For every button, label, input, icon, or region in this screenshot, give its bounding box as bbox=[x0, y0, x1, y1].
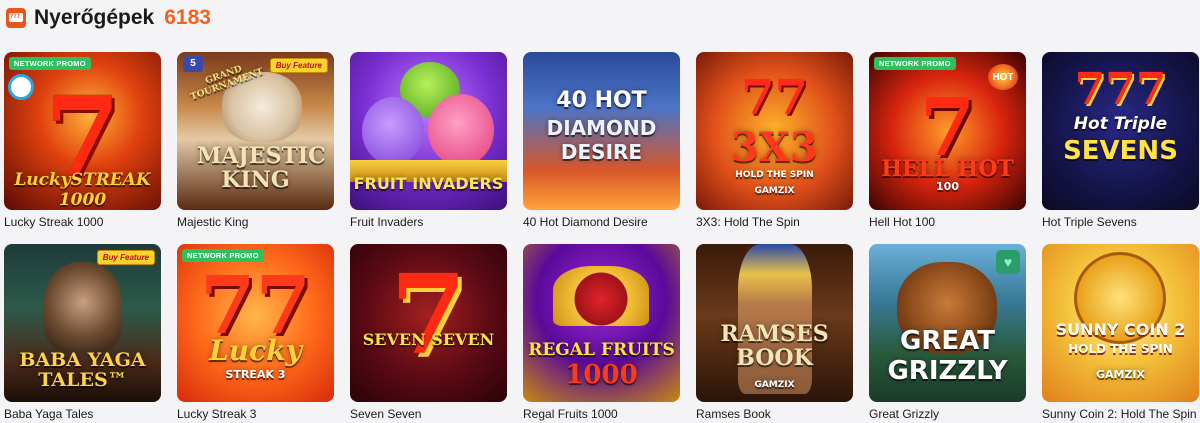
game-art-subtitle: 1000 bbox=[565, 360, 638, 390]
game-art-title: REGAL FRUITS bbox=[528, 340, 675, 360]
game-title[interactable]: Hell Hot 100 bbox=[869, 215, 1026, 229]
game-art-title: FRUIT INVADERS bbox=[353, 174, 504, 193]
game-thumbnail[interactable]: 777 Hot Triple SEVENS bbox=[1042, 52, 1199, 210]
pink-monster-artwork bbox=[428, 94, 494, 166]
game-thumbnail[interactable]: NETWORK PROMO HOT 7 HELL HOT 100 bbox=[869, 52, 1026, 210]
page-header: Nyerőgépek 6183 bbox=[6, 3, 211, 33]
game-art-title: HELL HOT bbox=[881, 156, 1014, 182]
game-title[interactable]: Seven Seven bbox=[350, 407, 507, 421]
network-promo-badge: NETWORK PROMO bbox=[874, 57, 956, 70]
game-art-title: Lucky bbox=[209, 334, 302, 367]
game-art-subtitle: HOLD THE SPIN bbox=[735, 170, 814, 180]
game-thumbnail[interactable]: Buy Feature 5 GRAND TOURNAMENT MAJESTIC … bbox=[177, 52, 334, 210]
game-title[interactable]: Sunny Coin 2: Hold The Spin bbox=[1042, 407, 1199, 421]
provider-logo-icon bbox=[8, 74, 34, 100]
seven-symbol-icon: 7 bbox=[390, 250, 467, 379]
tournament-number-icon: 5 bbox=[183, 56, 203, 72]
game-title[interactable]: 3X3: Hold The Spin bbox=[696, 215, 853, 229]
pharaoh-artwork bbox=[738, 244, 812, 394]
game-thumbnail[interactable]: Buy Feature BABA YAGA TALES™ bbox=[4, 244, 161, 402]
game-art-title: LuckySTREAK 1000 bbox=[14, 170, 151, 210]
buy-feature-badge: Buy Feature bbox=[269, 58, 328, 73]
game-card-40-hot-diamond-desire[interactable]: 40 HOT DIAMOND DESIRE 40 Hot Diamond Des… bbox=[523, 52, 680, 244]
game-thumbnail[interactable]: 40 HOT DIAMOND DESIRE bbox=[523, 52, 680, 210]
game-art-title: MAJESTIC KING bbox=[197, 143, 326, 193]
game-art-title: GREAT GRIZZLY bbox=[887, 326, 1008, 386]
game-art-subtitle: 40 HOT bbox=[556, 88, 647, 113]
network-promo-badge: NETWORK PROMO bbox=[182, 249, 264, 262]
game-card-majestic-king[interactable]: Buy Feature 5 GRAND TOURNAMENT MAJESTIC … bbox=[177, 52, 334, 244]
game-card-hot-triple-sevens[interactable]: 777 Hot Triple SEVENS Hot Triple Sevens bbox=[1042, 52, 1199, 244]
provider-brand: GAMZIX bbox=[754, 380, 795, 390]
game-thumbnail[interactable]: NETWORK PROMO 77 Lucky STREAK 3 bbox=[177, 244, 334, 402]
game-title[interactable]: Hot Triple Sevens bbox=[1042, 215, 1199, 229]
buy-feature-badge: Buy Feature bbox=[96, 250, 155, 265]
game-card-hell-hot-100[interactable]: NETWORK PROMO HOT 7 HELL HOT 100 Hell Ho… bbox=[869, 52, 1026, 244]
game-card-fruit-invaders[interactable]: FRUIT INVADERS Fruit Invaders bbox=[350, 52, 507, 244]
hot-badge: HOT bbox=[988, 64, 1018, 90]
game-art-title: RAMSES BOOK bbox=[720, 321, 829, 371]
game-title[interactable]: Lucky Streak 3 bbox=[177, 407, 334, 421]
favorite-heart-icon[interactable]: ♥ bbox=[996, 250, 1020, 274]
game-art-title: DIAMOND DESIRE bbox=[546, 116, 657, 164]
witch-artwork bbox=[44, 262, 122, 352]
game-card-lucky-streak-1000[interactable]: NETWORK PROMO 7 LuckySTREAK 1000 Lucky S… bbox=[4, 52, 161, 244]
game-card-lucky-streak-3[interactable]: NETWORK PROMO 77 Lucky STREAK 3 Lucky St… bbox=[177, 244, 334, 423]
game-card-ramses-book[interactable]: RAMSES BOOK GAMZIX Ramses Book bbox=[696, 244, 853, 423]
game-art-title: SEVENS bbox=[1063, 136, 1178, 166]
game-title[interactable]: Baba Yaga Tales bbox=[4, 407, 161, 421]
game-title[interactable]: 40 Hot Diamond Desire bbox=[523, 215, 680, 229]
game-title[interactable]: Regal Fruits 1000 bbox=[523, 407, 680, 421]
game-thumbnail[interactable]: REGAL FRUITS 1000 bbox=[523, 244, 680, 402]
game-card-3x3-hold-the-spin[interactable]: 77 3X3 HOLD THE SPIN GAMZIX 3X3: Hold Th… bbox=[696, 52, 853, 244]
sevens-artwork: 777 bbox=[1074, 64, 1167, 115]
game-title[interactable]: Majestic King bbox=[177, 215, 334, 229]
game-card-sunny-coin-2-hold-the-spin[interactable]: SUNNY COIN 2 HOLD THE SPIN GAMZIX Sunny … bbox=[1042, 244, 1199, 423]
game-grid: NETWORK PROMO 7 LuckySTREAK 1000 Lucky S… bbox=[4, 52, 1199, 423]
game-art-title: SEVEN SEVEN bbox=[362, 330, 495, 349]
game-title[interactable]: Ramses Book bbox=[696, 407, 853, 421]
game-thumbnail[interactable]: SUNNY COIN 2 HOLD THE SPIN GAMZIX bbox=[1042, 244, 1199, 402]
game-art-subtitle: STREAK 3 bbox=[225, 368, 286, 381]
section-title: Nyerőgépek bbox=[34, 6, 155, 29]
game-art-subtitle: HOLD THE SPIN bbox=[1068, 342, 1173, 356]
provider-brand: GAMZIX bbox=[754, 186, 795, 196]
game-thumbnail[interactable]: NETWORK PROMO 7 LuckySTREAK 1000 bbox=[4, 52, 161, 210]
game-title[interactable]: Great Grizzly bbox=[869, 407, 1026, 421]
game-title[interactable]: Lucky Streak 1000 bbox=[4, 215, 161, 229]
game-art-title: SUNNY COIN 2 bbox=[1055, 320, 1186, 339]
sevens-artwork: 77 bbox=[741, 70, 808, 126]
game-card-great-grizzly[interactable]: ♥ GREAT GRIZZLY Great Grizzly bbox=[869, 244, 1026, 423]
purple-monster-artwork bbox=[362, 97, 424, 165]
crown-artwork bbox=[553, 266, 649, 326]
game-card-seven-seven[interactable]: 7 SEVEN SEVEN Seven Seven bbox=[350, 244, 507, 423]
game-count: 6183 bbox=[164, 6, 211, 29]
game-card-regal-fruits-1000[interactable]: REGAL FRUITS 1000 Regal Fruits 1000 bbox=[523, 244, 680, 423]
game-thumbnail[interactable]: 7 SEVEN SEVEN bbox=[350, 244, 507, 402]
network-promo-badge: NETWORK PROMO bbox=[9, 57, 91, 70]
game-thumbnail[interactable]: FRUIT INVADERS bbox=[350, 52, 507, 210]
game-thumbnail[interactable]: RAMSES BOOK GAMZIX bbox=[696, 244, 853, 402]
game-art-subtitle: Hot Triple bbox=[1073, 114, 1168, 134]
game-thumbnail[interactable]: ♥ GREAT GRIZZLY bbox=[869, 244, 1026, 402]
game-art-title: 3X3 bbox=[731, 124, 818, 171]
provider-brand: GAMZIX bbox=[1095, 368, 1146, 381]
game-thumbnail[interactable]: 77 3X3 HOLD THE SPIN GAMZIX bbox=[696, 52, 853, 210]
game-title[interactable]: Fruit Invaders bbox=[350, 215, 507, 229]
game-art-title: BABA YAGA TALES™ bbox=[19, 349, 146, 391]
slot-machine-icon bbox=[6, 8, 26, 28]
game-art-subtitle: 100 bbox=[936, 180, 959, 193]
game-card-baba-yaga-tales[interactable]: Buy Feature BABA YAGA TALES™ Baba Yaga T… bbox=[4, 244, 161, 423]
